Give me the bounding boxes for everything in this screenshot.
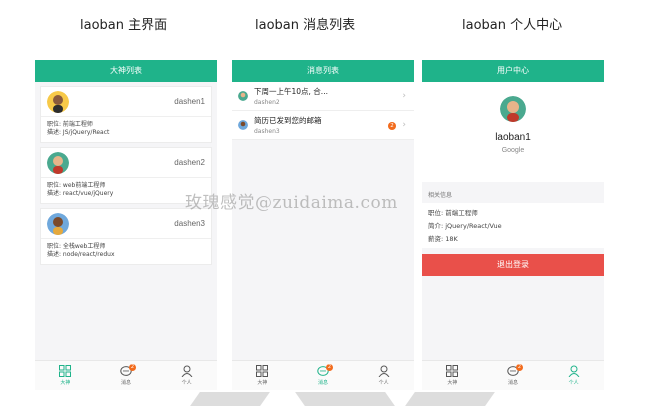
- phone-main-screen: 大神列表 dashen1 职位: 前端工程师 描述: JS/jQuery/Rea…: [35, 60, 217, 390]
- message-badge: 2: [326, 364, 333, 371]
- card-header: dashen3: [41, 209, 211, 239]
- tab-label: 大神: [257, 380, 268, 386]
- phone-messages-screen: 消息列表 下周一上午10点, 合... dashen2 › 简历已发到您的邮箱 …: [232, 60, 414, 390]
- message-badge: 2: [516, 364, 523, 371]
- watermark-stroke: [190, 392, 270, 406]
- user-icon: [568, 365, 580, 377]
- card-header: dashen1: [41, 87, 211, 117]
- tab-messages[interactable]: 2 消息: [293, 361, 354, 390]
- tab-label: 个人: [568, 380, 579, 386]
- tab-messages[interactable]: 2 消息: [483, 361, 544, 390]
- header-title: 用户中心: [422, 60, 604, 82]
- card-job: 职位: 前端工程师: [47, 121, 93, 128]
- tab-profile[interactable]: 个人: [353, 361, 414, 390]
- profile-company: Google: [501, 147, 525, 154]
- avatar-icon: [238, 120, 248, 130]
- profile-username: laoban1: [495, 132, 531, 143]
- header-title: 消息列表: [232, 60, 414, 82]
- tab-bar: 大神 2 消息 个人: [35, 360, 217, 390]
- chevron-right-icon: ›: [402, 91, 406, 101]
- card-header: dashen2: [41, 148, 211, 178]
- dashen-card[interactable]: dashen1 职位: 前端工程师 描述: JS/jQuery/React: [40, 86, 212, 143]
- message-sender: dashen3: [254, 128, 280, 135]
- card-username: dashen1: [174, 97, 205, 106]
- tab-dashen[interactable]: 大神: [422, 361, 483, 390]
- card-desc: 描述: react/vue/jQuery: [47, 190, 114, 197]
- tab-bar: 大神 2 消息 个人: [232, 360, 414, 390]
- avatar-icon: [47, 212, 69, 235]
- card-username: dashen2: [174, 158, 205, 167]
- message-title: 简历已发到您的邮箱: [254, 116, 322, 125]
- tab-dashen[interactable]: 大神: [232, 361, 293, 390]
- message-item[interactable]: 下周一上午10点, 合... dashen2 ›: [232, 82, 414, 111]
- tab-dashen[interactable]: 大神: [35, 361, 96, 390]
- caption-profile: laoban 个人中心: [462, 18, 563, 33]
- watermark-stroke: [295, 392, 395, 406]
- user-icon: [378, 365, 390, 377]
- tab-messages[interactable]: 2 消息: [96, 361, 157, 390]
- message-badge: 2: [129, 364, 136, 371]
- tab-label: 消息: [121, 380, 132, 386]
- grid-icon: [59, 365, 72, 377]
- avatar-icon: [47, 151, 69, 174]
- grid-icon: [256, 365, 269, 377]
- info-salary: 薪资: 18K: [428, 235, 458, 243]
- message-text: 下周一上午10点, 合... dashen2: [254, 86, 328, 106]
- tab-profile[interactable]: 个人: [156, 361, 217, 390]
- message-title: 下周一上午10点, 合...: [254, 87, 328, 96]
- tab-label: 大神: [447, 380, 458, 386]
- card-job: 职位: 全栈web工程师: [47, 243, 106, 250]
- message-item[interactable]: 简历已发到您的邮箱 dashen3 2 ›: [232, 111, 414, 140]
- tab-label: 个人: [181, 380, 192, 386]
- card-job: 职位: web前端工程师: [47, 182, 106, 189]
- caption-messages: laoban 消息列表: [255, 18, 356, 33]
- tab-profile[interactable]: 个人: [543, 361, 604, 390]
- profile-info: 职位: 前端工程师 简介: jQuery/React/Vue 薪资: 18K: [422, 203, 604, 248]
- card-desc: 描述: node/react/redux: [47, 251, 115, 258]
- message-text: 简历已发到您的邮箱 dashen3: [254, 115, 322, 135]
- profile-summary: laoban1 Google: [422, 82, 604, 182]
- card-desc: 描述: JS/jQuery/React: [47, 129, 110, 136]
- grid-icon: [446, 365, 459, 377]
- tab-label: 消息: [318, 380, 329, 386]
- caption-main: laoban 主界面: [80, 18, 168, 33]
- logout-button[interactable]: 退出登录: [422, 254, 604, 276]
- user-icon: [181, 365, 193, 377]
- avatar-icon: [500, 96, 526, 122]
- tab-bar: 大神 2 消息 个人: [422, 360, 604, 390]
- info-intro: 简介: jQuery/React/Vue: [428, 222, 502, 230]
- watermark-stroke: [405, 392, 495, 406]
- card-body: 职位: 前端工程师 描述: JS/jQuery/React: [41, 117, 211, 142]
- tab-label: 大神: [60, 380, 71, 386]
- message-sender: dashen2: [254, 99, 280, 106]
- card-username: dashen3: [174, 219, 205, 228]
- phone-profile-screen: 用户中心 laoban1 Google 相关信息 职位: 前端工程师 简介: j…: [422, 60, 604, 390]
- avatar-icon: [238, 91, 248, 101]
- dashen-card[interactable]: dashen3 职位: 全栈web工程师 描述: node/react/redu…: [40, 208, 212, 265]
- unread-badge: 2: [388, 122, 396, 130]
- info-position: 职位: 前端工程师: [428, 209, 478, 217]
- card-body: 职位: 全栈web工程师 描述: node/react/redux: [41, 239, 211, 264]
- header-title: 大神列表: [35, 60, 217, 82]
- avatar-icon: [47, 90, 69, 113]
- watermark-text: 玫瑰感觉@zuidaima.com: [185, 193, 398, 213]
- section-title: 相关信息: [422, 182, 604, 203]
- chevron-right-icon: ›: [402, 120, 406, 130]
- tab-label: 消息: [508, 380, 519, 386]
- tab-label: 个人: [378, 380, 389, 386]
